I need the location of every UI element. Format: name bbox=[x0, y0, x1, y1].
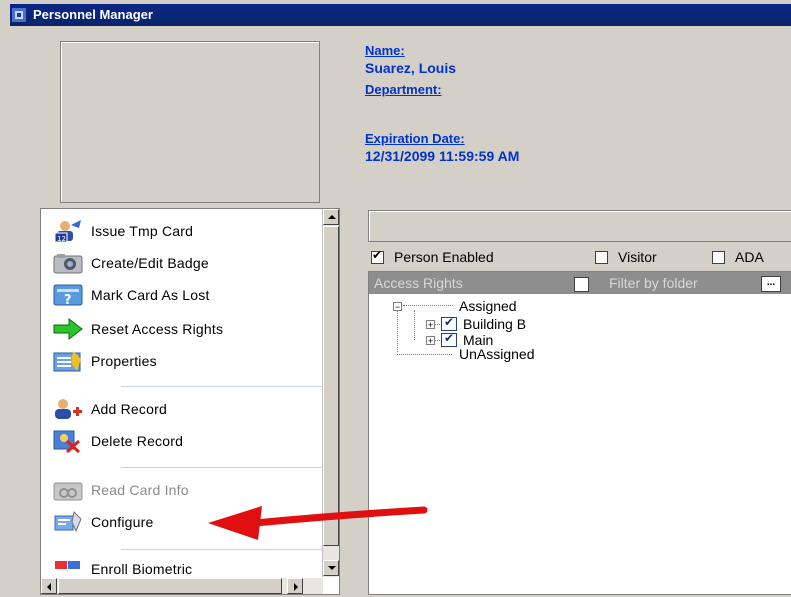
access-rights-header: Access Rights Filter by folder ... bbox=[369, 272, 791, 294]
access-rights-panel: Access Rights Filter by folder ... − Ass… bbox=[368, 271, 791, 595]
lost-card-icon: ? bbox=[53, 284, 83, 307]
person-enabled-checkbox[interactable]: Person Enabled bbox=[371, 248, 494, 266]
tree-node-label: Building B bbox=[463, 316, 527, 332]
delete-record-icon bbox=[53, 430, 81, 453]
expiration-label[interactable]: Expiration Date: bbox=[365, 131, 465, 146]
tree-connector bbox=[414, 310, 415, 340]
sidebar-divider bbox=[121, 386, 331, 387]
browse-folder-button[interactable]: ... bbox=[761, 276, 781, 292]
scroll-left-button[interactable] bbox=[41, 578, 57, 594]
issue-card-icon: 12 bbox=[54, 220, 81, 243]
issue-tmp-card-action[interactable]: 12 Issue Tmp Card bbox=[53, 217, 303, 245]
expand-toggle[interactable]: + bbox=[426, 319, 435, 329]
sidebar-vertical-scrollbar[interactable] bbox=[322, 209, 339, 577]
sidebar-item-label: Configure bbox=[91, 514, 154, 530]
personnel-manager-window: Personnel Manager Name: Suarez, Louis De… bbox=[0, 0, 791, 597]
sidebar-horizontal-scrollbar[interactable] bbox=[41, 578, 323, 594]
title-bar[interactable]: Personnel Manager bbox=[10, 4, 791, 26]
app-icon bbox=[12, 8, 26, 22]
tree-node-label: Assigned bbox=[459, 298, 517, 314]
sidebar-item-label: Properties bbox=[91, 353, 157, 369]
tree-connector bbox=[397, 354, 452, 355]
access-rights-title: Access Rights bbox=[374, 275, 463, 291]
expiration-value: 12/31/2099 11:59:59 AM bbox=[365, 148, 520, 164]
biometric-icon bbox=[55, 561, 80, 569]
sidebar-item-label: Add Record bbox=[91, 401, 167, 417]
ada-checkbox[interactable]: ADA bbox=[712, 248, 764, 266]
expand-toggle[interactable]: + bbox=[426, 335, 435, 345]
configure-action[interactable]: Configure bbox=[53, 508, 303, 536]
name-label[interactable]: Name: bbox=[365, 43, 405, 58]
window-title: Personnel Manager bbox=[33, 7, 153, 22]
ada-label: ADA bbox=[735, 249, 764, 265]
configure-icon bbox=[54, 510, 82, 533]
add-user-icon bbox=[55, 399, 82, 419]
visitor-checkbox[interactable]: Visitor bbox=[595, 248, 657, 266]
mark-card-lost-action[interactable]: ? Mark Card As Lost bbox=[53, 281, 303, 309]
name-value: Suarez, Louis bbox=[365, 60, 457, 76]
filter-by-folder-label: Filter by folder bbox=[609, 275, 698, 291]
properties-action[interactable]: Properties bbox=[53, 347, 303, 375]
green-arrow-icon bbox=[53, 317, 83, 341]
tree-node-assigned[interactable]: − Assigned bbox=[393, 298, 517, 314]
checkbox-box[interactable] bbox=[712, 250, 725, 264]
filter-by-folder-checkbox[interactable] bbox=[574, 277, 589, 292]
sidebar-divider bbox=[121, 549, 331, 550]
tree-checkbox[interactable] bbox=[441, 315, 457, 331]
scroll-up-button[interactable] bbox=[323, 209, 339, 225]
person-enabled-label: Person Enabled bbox=[394, 249, 494, 265]
photo-box[interactable] bbox=[60, 41, 320, 203]
read-card-info-action[interactable]: Read Card Info bbox=[53, 476, 303, 504]
horizontal-scroll-thumb[interactable] bbox=[58, 578, 282, 594]
sidebar-item-label: Reset Access Rights bbox=[91, 320, 224, 337]
sidebar-item-label: Issue Tmp Card bbox=[91, 223, 194, 239]
properties-icon bbox=[53, 351, 81, 372]
vertical-scroll-thumb[interactable] bbox=[323, 226, 339, 546]
add-record-action[interactable]: Add Record bbox=[53, 395, 303, 423]
tree-node-label: UnAssigned bbox=[459, 346, 535, 362]
enroll-biometric-action[interactable]: Enroll Biometric bbox=[53, 559, 303, 579]
department-label[interactable]: Department: bbox=[365, 82, 442, 97]
svg-text:?: ? bbox=[64, 293, 72, 307]
checkbox-box[interactable] bbox=[371, 248, 384, 264]
name-display-box[interactable] bbox=[368, 210, 791, 242]
sidebar-item-label: Create/Edit Badge bbox=[91, 255, 209, 271]
card-reader-icon bbox=[53, 482, 83, 501]
delete-record-action[interactable]: Delete Record bbox=[53, 427, 303, 455]
collapse-toggle[interactable]: − bbox=[393, 301, 402, 311]
action-sidebar: 12 Issue Tmp Card Create/Edit Badge ? Ma… bbox=[40, 208, 340, 595]
scroll-down-button[interactable] bbox=[323, 560, 339, 576]
svg-text:12: 12 bbox=[57, 235, 66, 243]
camera-icon bbox=[53, 254, 83, 274]
visitor-label: Visitor bbox=[618, 249, 657, 265]
reset-access-rights-action[interactable]: Reset Access Rights bbox=[53, 313, 303, 345]
sidebar-item-label: Enroll Biometric bbox=[91, 561, 193, 577]
checkbox-box[interactable] bbox=[595, 250, 608, 264]
sidebar-item-label: Delete Record bbox=[91, 433, 184, 449]
tree-node-unassigned[interactable]: UnAssigned bbox=[459, 346, 535, 362]
sidebar-item-label: Mark Card As Lost bbox=[91, 287, 210, 303]
sidebar-item-label: Read Card Info bbox=[91, 482, 189, 498]
create-edit-badge-action[interactable]: Create/Edit Badge bbox=[53, 249, 303, 277]
tree-node-building-b[interactable]: + Building B bbox=[426, 315, 527, 332]
scroll-right-button[interactable] bbox=[287, 578, 303, 594]
sidebar-divider bbox=[121, 467, 331, 468]
tree-checkbox[interactable] bbox=[441, 331, 457, 347]
